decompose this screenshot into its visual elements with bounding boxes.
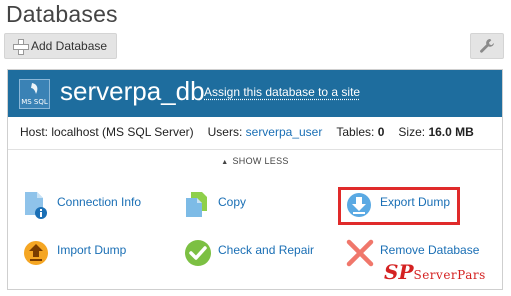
plus-icon	[13, 39, 29, 55]
check-and-repair-label: Check and Repair	[218, 243, 315, 257]
database-info-row: Host: localhost (MS SQL Server) Users: s…	[20, 125, 474, 139]
connection-info-icon	[22, 190, 52, 220]
ms-sql-icon: MS SQL	[19, 79, 50, 109]
caret-up-icon: ▲	[221, 159, 229, 166]
host-label: Host:	[20, 125, 49, 139]
copy-icon	[183, 190, 213, 220]
database-card-header: MS SQL serverpa_db Assign this database …	[8, 70, 502, 117]
connection-info-action[interactable]: Connection Info	[22, 190, 141, 220]
copy-label: Copy	[218, 195, 247, 209]
add-database-label: Add Database	[31, 39, 108, 53]
show-less-toggle[interactable]: ▲ SHOW LESS	[8, 156, 502, 166]
remove-database-label: Remove Database	[380, 243, 480, 257]
import-dump-label: Import Dump	[57, 243, 127, 257]
users-link[interactable]: serverpa_user	[246, 125, 323, 139]
watermark-mark: SP	[384, 260, 414, 284]
serverpars-watermark: SPServerPars	[384, 260, 486, 284]
tables-label: Tables:	[336, 125, 375, 139]
database-card: MS SQL serverpa_db Assign this database …	[7, 69, 503, 290]
add-database-button[interactable]: Add Database	[4, 33, 117, 59]
remove-x-icon	[345, 238, 375, 268]
size-value: 16.0 MB	[428, 125, 474, 139]
settings-wrench-button[interactable]	[470, 33, 504, 59]
check-icon	[183, 238, 213, 268]
page-title: Databases	[6, 1, 118, 27]
tables-value: 0	[377, 125, 385, 139]
divider	[8, 149, 502, 150]
watermark-name: ServerPars	[413, 268, 486, 282]
ms-sql-icon-label: MS SQL	[21, 98, 48, 106]
database-name: serverpa_db	[60, 76, 205, 106]
check-and-repair-action[interactable]: Check and Repair	[183, 238, 314, 268]
export-dump-highlight-box	[338, 187, 460, 225]
assign-to-site-link[interactable]: Assign this database to a site	[204, 85, 360, 99]
import-dump-action[interactable]: Import Dump	[22, 238, 126, 268]
show-less-label: SHOW LESS	[232, 156, 289, 166]
size-label: Size:	[398, 125, 426, 139]
copy-action[interactable]: Copy	[183, 190, 246, 220]
import-dump-icon	[22, 238, 52, 268]
host-value: localhost (MS SQL Server)	[51, 125, 194, 139]
connection-info-label: Connection Info	[57, 195, 142, 209]
users-label: Users:	[207, 125, 243, 139]
wrench-icon	[480, 39, 494, 53]
